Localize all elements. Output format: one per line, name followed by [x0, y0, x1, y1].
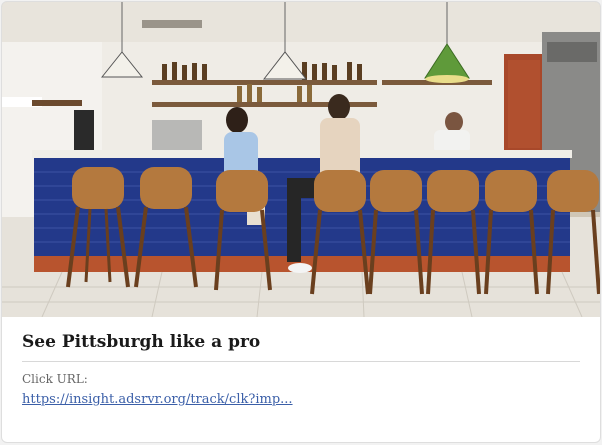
ad-caption: See Pittsburgh like a pro Click URL: htt… [22, 329, 580, 409]
click-url-link[interactable]: https://insight.adsrvr.org/track/clk?imp… [22, 391, 293, 409]
ad-card[interactable]: See Pittsburgh like a pro Click URL: htt… [1, 1, 601, 443]
ad-title[interactable]: See Pittsburgh like a pro [22, 329, 580, 362]
ad-image[interactable] [2, 2, 600, 317]
click-url-label: Click URL: [22, 372, 88, 386]
